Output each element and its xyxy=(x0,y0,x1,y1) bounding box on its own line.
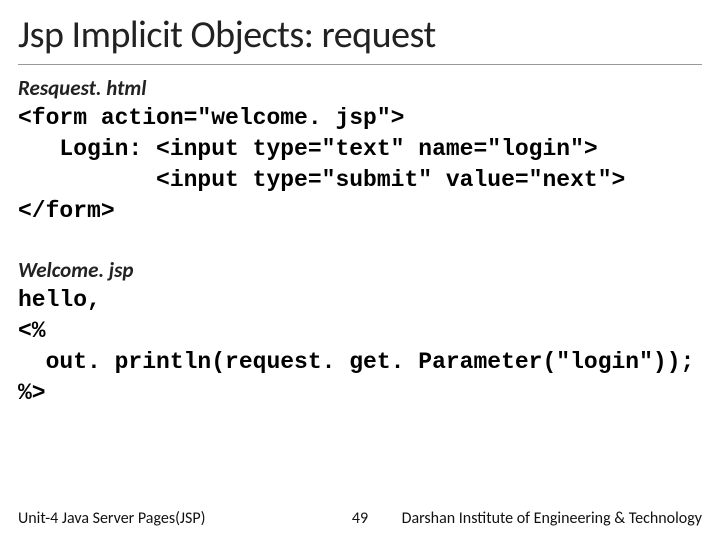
footer-institute: Darshan Institute of Engineering & Techn… xyxy=(390,509,702,528)
code-block-2: Welcome. jsp hello, <% out. println(requ… xyxy=(18,257,702,409)
code-1: <form action="welcome. jsp"> Login: <inp… xyxy=(18,103,702,227)
footer: Unit-4 Java Server Pages(JSP) 49 Darshan… xyxy=(0,509,720,528)
filename-2: Welcome. jsp xyxy=(18,257,702,283)
footer-page-number: 49 xyxy=(330,509,390,528)
slide: Jsp Implicit Objects: request Resquest. … xyxy=(0,0,720,540)
filename-1: Resquest. html xyxy=(18,75,702,101)
footer-unit: Unit-4 Java Server Pages(JSP) xyxy=(18,509,330,528)
slide-title: Jsp Implicit Objects: request xyxy=(18,12,702,65)
code-block-1: Resquest. html <form action="welcome. js… xyxy=(18,75,702,227)
code-2: hello, <% out. println(request. get. Par… xyxy=(18,285,702,409)
